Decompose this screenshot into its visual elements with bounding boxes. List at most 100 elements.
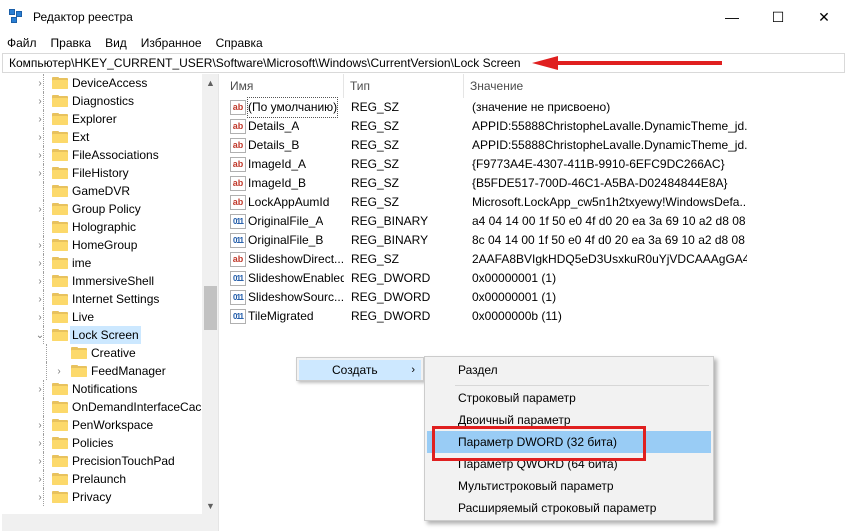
chevron-right-icon[interactable]: › xyxy=(35,146,45,164)
submenu-item[interactable]: Мультистроковый параметр xyxy=(427,475,711,497)
submenu-item[interactable]: Расширяемый строковый параметр xyxy=(427,497,711,519)
maximize-button[interactable]: ☐ xyxy=(755,0,801,34)
table-row[interactable]: ab LockAppAumId REG_SZ Microsoft.LockApp_cw… xyxy=(224,193,847,212)
tree-item[interactable]: GameDVR xyxy=(2,182,202,200)
chevron-right-icon[interactable]: › xyxy=(35,488,45,506)
tree-item[interactable]: › DeviceAccess xyxy=(2,74,202,92)
tree-item[interactable]: › FileAssociations xyxy=(2,146,202,164)
value-name: SlideshowEnabled xyxy=(248,271,344,285)
column-header-name[interactable]: Имя xyxy=(224,74,344,98)
chevron-right-icon[interactable]: › xyxy=(35,308,45,326)
tree-item-label: ImmersiveShell xyxy=(72,274,155,288)
folder-icon xyxy=(52,131,68,143)
folder-icon xyxy=(52,491,68,503)
annotation-arrow-icon xyxy=(532,56,722,70)
string-value-icon: ab xyxy=(230,176,246,191)
chevron-right-icon[interactable]: › xyxy=(35,236,45,254)
menu-favorites[interactable]: Избранное xyxy=(134,34,209,53)
table-row[interactable]: 011 OriginalFile_B REG_BINARY 8c 04 14 00 1… xyxy=(224,231,847,250)
tree-item[interactable]: › PrecisionTouchPad xyxy=(2,452,202,470)
tree-item[interactable]: › Policies xyxy=(2,434,202,452)
value-data: 0x0000000b (11) xyxy=(472,309,562,323)
tree-item[interactable]: › PenWorkspace xyxy=(2,416,202,434)
scroll-thumb[interactable] xyxy=(204,286,217,330)
tree-item[interactable]: Creative xyxy=(2,344,202,362)
value-name: (По умолчанию) xyxy=(246,97,339,118)
table-row[interactable]: 011 SlideshowSourc... REG_DWORD 0x00000001 … xyxy=(224,288,847,307)
tree-item[interactable]: › Prelaunch xyxy=(2,470,202,488)
tree-item[interactable]: ⌄ Lock Screen xyxy=(2,326,202,344)
tree-item[interactable]: › ime xyxy=(2,254,202,272)
table-row[interactable]: 011 SlideshowEnabled REG_DWORD 0x00000001 (… xyxy=(224,269,847,288)
tree-item[interactable]: › Internet Settings xyxy=(2,290,202,308)
tree-item[interactable]: Holographic xyxy=(2,218,202,236)
chevron-right-icon[interactable]: › xyxy=(35,290,45,308)
tree-item[interactable]: › Live xyxy=(2,308,202,326)
chevron-right-icon[interactable]: › xyxy=(54,362,64,380)
table-row[interactable]: ab ImageId_B REG_SZ {B5FDE517-700D-46C1-A5B… xyxy=(224,174,847,193)
chevron-right-icon[interactable]: › xyxy=(35,434,45,452)
chevron-right-icon[interactable]: › xyxy=(35,416,45,434)
column-header-value[interactable]: Значение xyxy=(464,74,847,98)
chevron-right-icon[interactable]: › xyxy=(35,164,45,182)
tree-item-label: Ext xyxy=(72,130,90,144)
tree-horizontal-scrollbar[interactable] xyxy=(2,514,218,531)
menu-help[interactable]: Справка xyxy=(209,34,270,53)
scroll-up-icon[interactable]: ▲ xyxy=(202,74,218,91)
menu-edit[interactable]: Правка xyxy=(44,34,99,53)
tree-item[interactable]: › FileHistory xyxy=(2,164,202,182)
submenu-item[interactable]: Строковый параметр xyxy=(427,387,711,409)
chevron-right-icon[interactable]: › xyxy=(35,272,45,290)
tree-item[interactable]: › Privacy xyxy=(2,488,202,506)
address-path: Компьютер\HKEY_CURRENT_USER\Software\Mic… xyxy=(9,56,521,70)
tree-item[interactable]: › ImmersiveShell xyxy=(2,272,202,290)
binary-value-icon: 011 xyxy=(230,271,246,286)
tree-vertical-scrollbar[interactable]: ▲ ▼ xyxy=(202,74,218,531)
folder-icon xyxy=(52,203,68,215)
tree-item-label: HomeGroup xyxy=(72,238,138,252)
chevron-right-icon[interactable]: › xyxy=(35,110,45,128)
chevron-right-icon[interactable]: › xyxy=(35,74,45,92)
table-row[interactable]: ab Details_B REG_SZ APPID:55888ChristopheLa… xyxy=(224,136,847,155)
chevron-right-icon[interactable]: › xyxy=(35,128,45,146)
tree-item[interactable]: › HomeGroup xyxy=(2,236,202,254)
table-row[interactable]: ab ImageId_A REG_SZ {F9773A4E-4307-411B-991… xyxy=(224,155,847,174)
tree-item[interactable]: › FeedManager xyxy=(2,362,202,380)
chevron-down-icon[interactable]: ⌄ xyxy=(35,326,45,344)
tree-item[interactable]: › Diagnostics xyxy=(2,92,202,110)
tree-item[interactable]: › Group Policy xyxy=(2,200,202,218)
value-data: 0x00000001 (1) xyxy=(472,290,557,304)
menu-view[interactable]: Вид xyxy=(98,34,134,53)
tree-item[interactable]: OnDemandInterfaceCache xyxy=(2,398,215,416)
window-title: Редактор реестра xyxy=(33,10,133,24)
tree-item[interactable]: › Ext xyxy=(2,128,202,146)
submenu-item[interactable]: Раздел xyxy=(427,359,711,381)
chevron-right-icon[interactable]: › xyxy=(35,380,45,398)
folder-icon xyxy=(52,77,68,89)
minimize-button[interactable]: — xyxy=(709,0,755,34)
column-header-type[interactable]: Тип xyxy=(344,74,464,98)
table-row[interactable]: 011 OriginalFile_A REG_BINARY a4 04 14 00 1… xyxy=(224,212,847,231)
chevron-right-icon[interactable]: › xyxy=(35,470,45,488)
tree-item-label: FeedManager xyxy=(91,364,166,378)
tree-item[interactable]: › Explorer xyxy=(2,110,202,128)
close-button[interactable]: ✕ xyxy=(801,0,847,34)
table-row[interactable]: ab SlideshowDirect... REG_SZ 2AAFA8BVIgkHDQ… xyxy=(224,250,847,269)
chevron-right-icon[interactable]: › xyxy=(35,254,45,272)
chevron-right-icon[interactable]: › xyxy=(35,200,45,218)
table-row[interactable]: 011 TileMigrated REG_DWORD 0x0000000b (11) xyxy=(224,307,847,326)
context-item-create[interactable]: Создать › xyxy=(299,360,421,380)
scroll-down-icon[interactable]: ▼ xyxy=(202,497,218,514)
key-tree[interactable]: › Privacy › Prelaunch › PrecisionTouchPad › Pol… xyxy=(2,74,219,531)
menu-file[interactable]: Файл xyxy=(0,34,44,53)
tree-item[interactable]: › Notifications xyxy=(2,380,202,398)
chevron-right-icon[interactable]: › xyxy=(35,452,45,470)
table-row[interactable]: ab (По умолчанию) REG_SZ (значение не присв… xyxy=(224,97,847,118)
table-row[interactable]: ab Details_A REG_SZ APPID:55888ChristopheLa… xyxy=(224,117,847,136)
folder-icon xyxy=(52,185,68,197)
value-name: ImageId_B xyxy=(248,176,307,190)
folder-icon xyxy=(52,239,68,251)
tree-item-label: Prelaunch xyxy=(72,472,127,486)
chevron-right-icon[interactable]: › xyxy=(35,92,45,110)
tree-item-label: Group Policy xyxy=(72,202,141,216)
